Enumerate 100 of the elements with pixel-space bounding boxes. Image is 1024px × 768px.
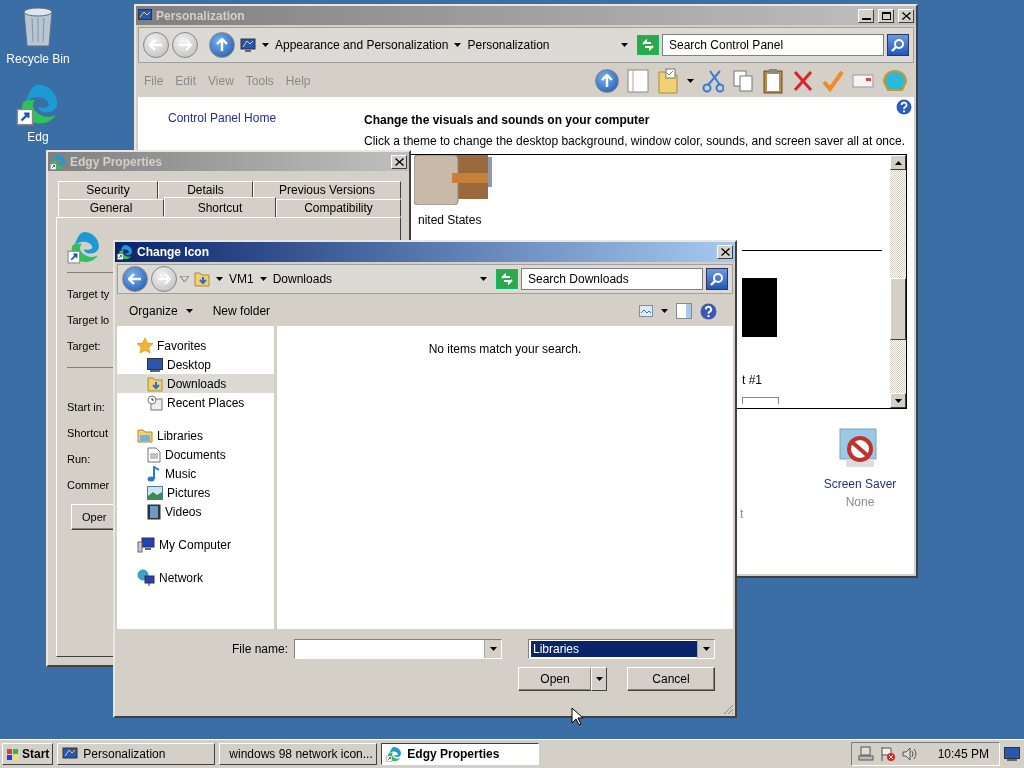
nav-item[interactable]: Desktop [117, 355, 274, 374]
clock[interactable]: 10:45 PM [937, 747, 989, 761]
open-options-button[interactable] [591, 667, 607, 691]
paste-icon[interactable] [762, 68, 784, 94]
window-title: Personalization [156, 8, 245, 23]
taskbar-button[interactable]: Personalization [57, 743, 216, 765]
scrollbar-thumb[interactable] [890, 278, 906, 340]
refresh-arrows-icon [641, 39, 655, 51]
up-button[interactable] [595, 69, 619, 93]
search-button[interactable] [706, 268, 728, 290]
flag-warning-icon[interactable] [879, 746, 896, 762]
envelope-icon[interactable] [852, 71, 874, 91]
back-button[interactable] [143, 32, 169, 58]
scissors-icon[interactable] [702, 69, 724, 93]
forward-button[interactable] [151, 266, 177, 292]
breadcrumb-item[interactable]: VM1 [229, 272, 254, 286]
cancel-button[interactable]: Cancel [627, 667, 715, 691]
close-icon [394, 157, 404, 166]
new-folder-button[interactable]: New folder [212, 304, 271, 318]
copy-icon[interactable] [732, 69, 754, 93]
nav-item[interactable]: Videos [117, 502, 274, 521]
downloads-folder-icon [147, 375, 163, 392]
taskbar-button[interactable]: Edgy Properties [381, 743, 540, 765]
file-type-dropdown[interactable]: Libraries [528, 639, 715, 659]
caret-icon [454, 43, 462, 47]
start-button[interactable]: Start [2, 743, 54, 765]
nav-item[interactable]: Documents [117, 445, 274, 464]
refresh-button[interactable] [496, 269, 518, 289]
theme-preview[interactable] [742, 397, 779, 404]
close-button[interactable] [717, 245, 733, 259]
nav-item[interactable]: Favorites [117, 336, 274, 355]
search-field[interactable]: Search Downloads [521, 268, 703, 290]
nav-item[interactable]: Recent Places [117, 393, 274, 412]
right-arrow-icon [178, 39, 192, 51]
file-name-field[interactable] [294, 639, 502, 659]
network-icon[interactable] [857, 746, 874, 762]
monitor-icon [62, 746, 79, 762]
tab[interactable]: General [58, 199, 164, 217]
theme-name[interactable]: nited States [414, 213, 742, 227]
recent-places-icon [147, 394, 163, 411]
delete-icon[interactable] [792, 69, 814, 93]
film-strip-icon [147, 503, 161, 520]
preview-pane-icon[interactable] [676, 303, 692, 319]
organize-button[interactable]: Organize [129, 304, 178, 318]
tab[interactable]: Compatibility [276, 199, 401, 217]
scrollbar[interactable] [890, 155, 906, 408]
maximize-button[interactable] [878, 8, 894, 23]
nav-item[interactable]: Downloads [117, 374, 274, 393]
nav-label: Favorites [157, 338, 207, 353]
nav-item[interactable]: Network [117, 568, 274, 587]
up-button[interactable] [209, 32, 235, 58]
back-button[interactable] [122, 266, 148, 292]
resize-grip-icon[interactable] [723, 704, 734, 715]
setting-label[interactable]: t [740, 507, 744, 521]
minimize-button[interactable] [858, 8, 874, 23]
close-button[interactable] [898, 8, 914, 23]
breadcrumb-item[interactable]: Personalization [467, 38, 550, 52]
forward-button[interactable] [172, 32, 198, 58]
scroll-down-icon[interactable] [894, 398, 902, 403]
computer-icon [137, 536, 155, 553]
nav-item[interactable]: Pictures [117, 483, 274, 502]
address-bar[interactable]: Appearance and Personalization Personalization [238, 34, 634, 56]
view-icon[interactable] [639, 305, 653, 317]
field-label: Target ty [67, 287, 110, 302]
address-bar[interactable]: VM1 Downloads [192, 268, 493, 290]
tab[interactable]: Security [58, 181, 158, 199]
tab[interactable]: Shortcut [164, 197, 276, 217]
speaker-icon[interactable] [901, 746, 918, 762]
nav-label: Videos [165, 504, 202, 519]
control-panel-home-link[interactable]: Control Panel Home [168, 111, 277, 125]
desktop-icon-label[interactable]: Recycle Bin [6, 52, 70, 66]
search-field[interactable]: Search Control Panel [662, 34, 884, 56]
taskbar-button[interactable]: windows 98 network icon... [219, 743, 378, 765]
screen-saver-link[interactable]: Screen Saver [823, 477, 897, 491]
refresh-button[interactable] [637, 35, 659, 55]
nav-item[interactable]: Music [117, 464, 274, 483]
search-button[interactable] [887, 34, 909, 56]
help-icon[interactable] [700, 302, 717, 320]
checkmark-icon[interactable] [822, 69, 844, 93]
field-label: Run: [67, 452, 91, 467]
theme-name[interactable]: t #1 [742, 373, 890, 387]
show-desktop-icon[interactable] [1004, 747, 1020, 761]
edge-logo-icon [67, 230, 101, 264]
open-button[interactable]: Open [518, 667, 592, 691]
nav-item[interactable]: Libraries [117, 426, 274, 445]
tab[interactable]: Previous Versions [253, 181, 401, 199]
desktop-icon-label[interactable]: Edg [27, 130, 49, 144]
close-button[interactable] [391, 154, 407, 169]
music-note-icon [147, 465, 161, 482]
edge-logo-icon [50, 153, 66, 170]
breadcrumb-item[interactable]: Downloads [272, 272, 333, 286]
recycle-bin-icon[interactable] [21, 6, 55, 48]
history-caret-icon[interactable] [180, 276, 189, 282]
help-icon[interactable] [896, 99, 912, 115]
nav-label: Downloads [167, 376, 227, 391]
breadcrumb-item[interactable]: Appearance and Personalization [275, 38, 449, 52]
nav-item[interactable]: My Computer [117, 535, 274, 554]
scroll-up-icon[interactable] [894, 160, 902, 165]
network-icon [137, 569, 155, 586]
folder-check-icon[interactable] [657, 68, 679, 94]
